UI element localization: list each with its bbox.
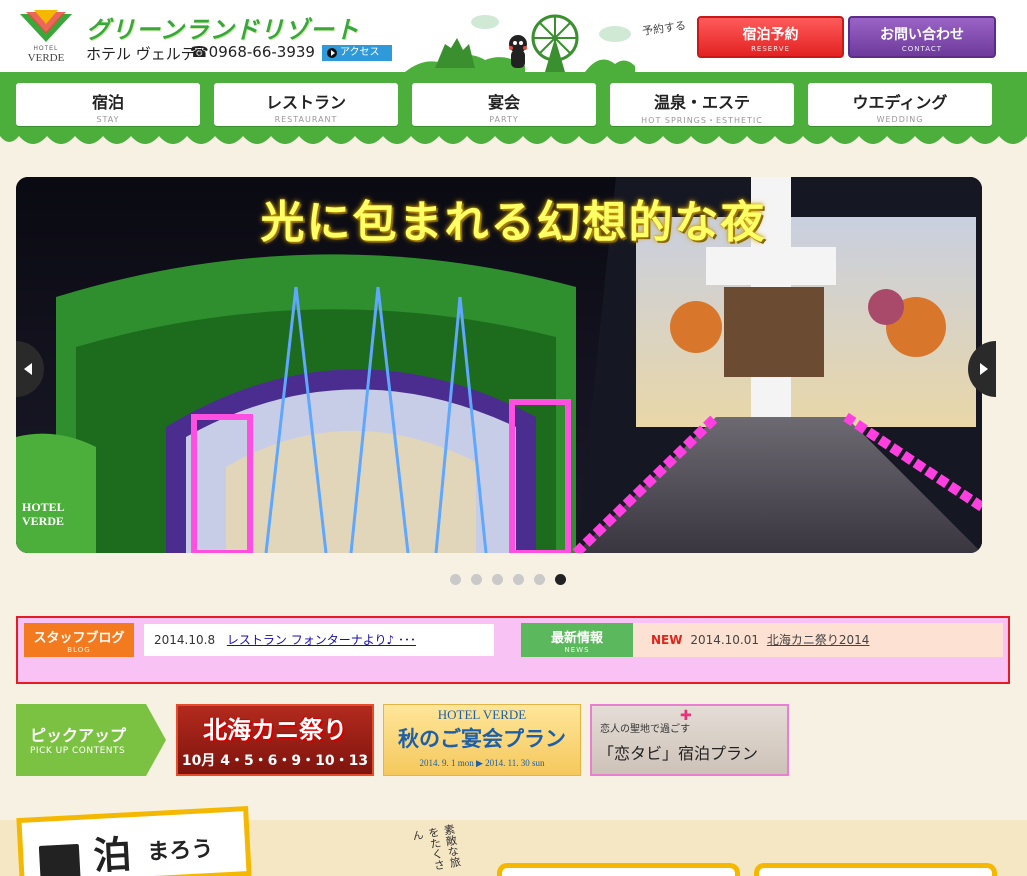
hero-caption: 光に包まれる幻想的な夜 <box>260 197 767 248</box>
nav-item-sub: STAY <box>96 115 120 124</box>
play-circle-icon <box>327 48 337 58</box>
hero-logo-line2: VERDE <box>22 514 65 528</box>
banner-title: 「恋タビ」宿泊プラン <box>598 744 759 763</box>
nav-item-label: 宴会 <box>487 93 520 112</box>
slider-dot[interactable] <box>534 574 545 585</box>
news-date: 2014.10.01 <box>690 633 760 647</box>
news-label[interactable]: 最新情報 NEWS <box>521 623 633 657</box>
pickup-label-text: ピックアップ <box>30 726 127 745</box>
nav-item-party[interactable]: 宴会 PARTY <box>412 83 596 126</box>
blog-date: 2014.10.8 <box>154 633 216 647</box>
reserve-note: 予約する <box>641 18 687 38</box>
banner-crab-festival[interactable]: 北海カニ祭り 10月 4・5・6・9・10・13 <box>176 704 374 776</box>
staff-blog-label[interactable]: スタッフブログ BLOG <box>24 623 134 657</box>
nav-item-sub: RESTAURANT <box>274 115 338 124</box>
slider-dot[interactable] <box>492 574 503 585</box>
nav-item-sub: HOT SPRINGS・ESTHETIC <box>641 116 763 125</box>
nav-scallop-border <box>0 130 1027 144</box>
nav-item-label: ウエディング <box>852 93 948 112</box>
contact-button-sub: CONTACT <box>901 45 943 53</box>
info-bar: スタッフブログ BLOG 2014.10.8 レストラン フォンターナより♪ ･… <box>16 616 1010 684</box>
banner-title: 北海カニ祭り <box>203 716 347 744</box>
banner-autumn-party[interactable]: HOTEL VERDE 秋のご宴会プラン 2014. 9. 1 mon ▶ 20… <box>383 704 581 776</box>
stay-section-heading[interactable]: 泊 まろう <box>16 805 252 876</box>
slider-dots <box>450 570 576 585</box>
nav-item-wedding[interactable]: ウエディング WEDDING <box>808 83 992 126</box>
phone-number: ☎0968-66-3939 <box>190 43 315 61</box>
nav-item-hot-springs[interactable]: 温泉・エステ HOT SPRINGS・ESTHETIC <box>610 83 794 126</box>
nav-item-stay[interactable]: 宿泊 STAY <box>16 83 200 126</box>
blog-link[interactable]: レストラン フォンターナより♪ ･･･ <box>227 633 416 647</box>
news-latest: NEW 2014.10.01 北海カニ祭り2014 <box>633 623 1003 657</box>
stay-kanji: 泊 <box>92 831 133 876</box>
reserve-button-label: 宿泊予約 <box>742 27 799 43</box>
news-label-text: 最新情報 <box>550 631 603 646</box>
park-illustration <box>405 14 635 72</box>
nav-item-restaurant[interactable]: レストラン RESTAURANT <box>214 83 398 126</box>
blog-latest: 2014.10.8 レストラン フォンターナより♪ ･･･ <box>144 624 494 656</box>
banner-title: 秋のご宴会プラン <box>398 726 566 751</box>
access-button[interactable]: アクセス <box>322 45 392 61</box>
hero-logo: HOTEL VERDE <box>22 500 65 528</box>
bag-icon <box>38 843 81 876</box>
blog-label-sub: BLOG <box>67 646 91 654</box>
nav-item-label: 宿泊 <box>91 93 124 112</box>
news-link[interactable]: 北海カニ祭り2014 <box>767 633 870 647</box>
reserve-button[interactable]: 宿泊予約 RESERVE <box>697 16 844 58</box>
banner-title-top: HOTEL VERDE <box>437 707 527 722</box>
contact-button[interactable]: お問い合わせ CONTACT <box>848 16 996 58</box>
news-new-badge: NEW <box>651 633 683 647</box>
slider-dot[interactable] <box>471 574 482 585</box>
banner-tagline: 恋人の聖地で過ごす <box>600 724 691 735</box>
pickup-label-sub: PICK UP CONTENTS <box>30 746 126 756</box>
hero-logo-line1: HOTEL <box>22 500 65 514</box>
pickup-label: ピックアップ PICK UP CONTENTS <box>16 704 166 776</box>
stay-vertical-note: 素敵な旅をたくさん <box>410 823 463 872</box>
logo-emblem-icon <box>20 10 72 42</box>
contact-button-label: お問い合わせ <box>880 27 964 43</box>
banner-subtitle: 2014. 9. 1 mon ▶ 2014. 11. 30 sun <box>419 758 545 768</box>
access-label: アクセス <box>340 47 380 58</box>
banner-koitabi-plan[interactable]: ✚ 恋人の聖地で過ごす 「恋タビ」宿泊プラン <box>590 704 789 776</box>
slider-dot[interactable] <box>513 574 524 585</box>
nav-item-label: 温泉・エステ <box>653 93 750 112</box>
news-label-sub: NEWS <box>564 646 590 654</box>
site-header: HOTEL VERDE グリーンランドリゾート ホテル ヴェルデ ☎0968-6… <box>0 0 1027 72</box>
nav-item-sub: PARTY <box>489 115 519 124</box>
reserve-button-sub: RESERVE <box>751 45 790 53</box>
slider-dot[interactable] <box>450 574 461 585</box>
nav-item-label: レストラン <box>265 93 346 112</box>
hotel-name: ホテル ヴェルデ <box>86 45 196 63</box>
logo-verde-text: VERDE <box>27 52 65 64</box>
brand-title: グリーンランドリゾート <box>86 16 360 44</box>
stay-card-1[interactable] <box>497 863 740 876</box>
blog-label-text: スタッフブログ <box>33 631 125 646</box>
nav-item-sub: WEDDING <box>876 115 924 124</box>
stay-rest: まろう <box>146 836 214 866</box>
stay-card-2[interactable] <box>754 863 997 876</box>
slider-dot[interactable] <box>555 574 566 585</box>
banner-subtitle: 10月 4・5・6・9・10・13 <box>181 753 369 769</box>
hotel-logo[interactable]: HOTEL VERDE <box>16 8 76 64</box>
